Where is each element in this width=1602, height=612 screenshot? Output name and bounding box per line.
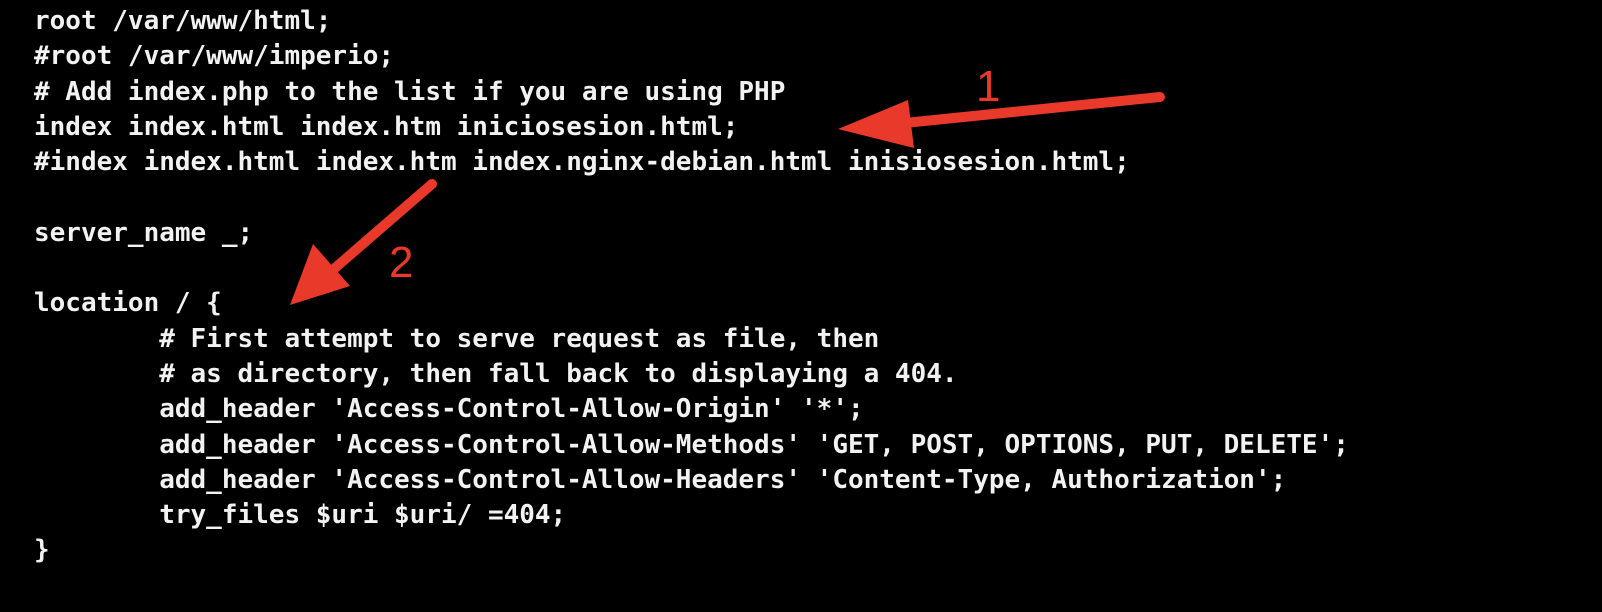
- terminal-screenshot: root /var/www/html; #root /var/www/imperi…: [0, 0, 1602, 612]
- arrow-1-label: 1: [976, 62, 1000, 111]
- arrow-2-label: 2: [389, 238, 413, 287]
- annotation-layer: 1 2: [290, 62, 1165, 305]
